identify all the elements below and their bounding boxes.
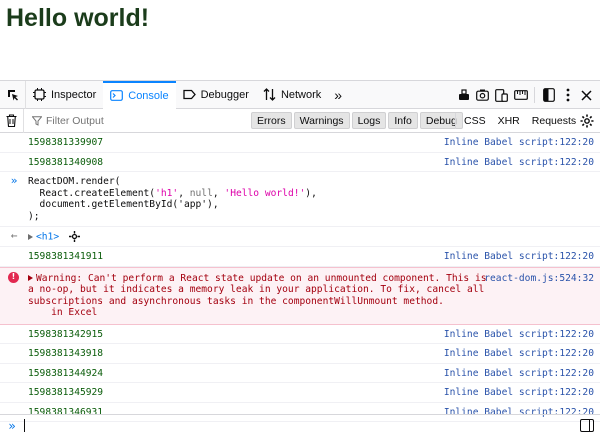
- filter-icon: [32, 115, 42, 126]
- more-tabs-button[interactable]: »: [328, 81, 348, 109]
- trash-icon: [6, 114, 17, 127]
- screenshot-icon[interactable]: [473, 81, 492, 109]
- result-node[interactable]: <h1>: [36, 232, 59, 243]
- prompt-chevron-icon: »: [8, 418, 16, 433]
- log-value: 1598381345929: [28, 387, 104, 398]
- error-text: Warning: Can't perform a React state upd…: [28, 272, 487, 307]
- source-link[interactable]: Inline Babel script:122:20: [444, 348, 594, 360]
- source-link[interactable]: Inline Babel script:122:20: [444, 387, 594, 399]
- gear-icon: [580, 114, 594, 128]
- code-line: ReactDOM.render(: [28, 176, 121, 187]
- log-value: 1598381340908: [28, 156, 104, 168]
- tab-network-label: Network: [280, 88, 322, 101]
- element-picker-icon: [7, 89, 18, 100]
- filter-output-input[interactable]: [46, 114, 236, 127]
- log-value: 1598381343918: [28, 348, 104, 359]
- toolbar-right-tools: [454, 81, 596, 109]
- debugger-icon: [182, 88, 196, 101]
- devtools-panel: Inspector Console Debugger Network » Fil…: [0, 80, 600, 435]
- log-message: 1598381340908 Inline Babel script:122:20: [0, 153, 600, 172]
- tab-debugger[interactable]: Debugger: [176, 81, 256, 109]
- ruler-icon[interactable]: [511, 81, 530, 109]
- filter-css-button[interactable]: CSS: [459, 112, 491, 129]
- filter-errors-button[interactable]: Errors: [251, 112, 292, 129]
- page-heading: Hello world!: [6, 4, 150, 32]
- log-message: 1598381341911 Inline Babel script:122:20: [0, 247, 600, 267]
- error-icon: !: [8, 271, 19, 283]
- log-value: 1598381342915: [28, 328, 104, 340]
- inspector-icon: [33, 88, 46, 101]
- input-chevron-icon: »: [10, 174, 18, 187]
- responsive-design-icon[interactable]: [492, 81, 511, 109]
- console-input[interactable]: »: [0, 414, 600, 435]
- log-message: 1598381342915 Inline Babel script:122:20: [0, 325, 600, 344]
- filter-box: [24, 114, 244, 127]
- console-icon: [110, 89, 124, 102]
- request-filters: CSS XHR Requests: [459, 112, 581, 129]
- filter-requests-button[interactable]: Requests: [527, 112, 581, 129]
- source-link[interactable]: react-dom.js:524:32: [484, 273, 594, 285]
- element-picker-button[interactable]: [0, 80, 26, 109]
- log-message: 1598381344924 Inline Babel script:122:20: [0, 364, 600, 383]
- console-filter-bar: Errors Warnings Logs Info Debug CSS XHR …: [0, 108, 600, 133]
- inspect-node-icon[interactable]: [68, 231, 80, 242]
- network-icon: [263, 88, 276, 101]
- filter-warnings-button[interactable]: Warnings: [293, 112, 350, 129]
- filter-xhr-button[interactable]: XHR: [493, 112, 525, 129]
- tab-inspector-label: Inspector: [51, 88, 97, 101]
- devtools-toolbar: Inspector Console Debugger Network »: [0, 80, 600, 109]
- source-link[interactable]: Inline Babel script:122:20: [444, 329, 594, 341]
- log-value: 1598381341911: [28, 251, 104, 262]
- log-value: 1598381344924: [28, 367, 104, 379]
- error-stack-trace: in Excel: [28, 307, 98, 318]
- dock-side-icon[interactable]: [539, 81, 558, 109]
- log-level-filters: Errors Warnings Logs Info Debug: [251, 112, 463, 129]
- source-link[interactable]: Inline Babel script:122:20: [444, 137, 594, 149]
- log-value: 1598381339907: [28, 137, 104, 148]
- code-line: );: [28, 210, 40, 222]
- filter-divider: [455, 113, 456, 129]
- more-options-icon[interactable]: [558, 81, 577, 109]
- source-link[interactable]: Inline Babel script:122:20: [444, 368, 594, 380]
- error-message: ! Warning: Can't perform a React state u…: [0, 266, 600, 325]
- run-icon[interactable]: [454, 81, 473, 109]
- close-icon[interactable]: [577, 81, 596, 109]
- filter-logs-button[interactable]: Logs: [351, 112, 387, 129]
- filter-debug-button[interactable]: Debug: [419, 112, 463, 129]
- result-message: ← <h1>: [0, 227, 600, 247]
- console-output: 1598381339907 Inline Babel script:122:20…: [0, 133, 600, 422]
- log-message: 1598381345929 Inline Babel script:122:20: [0, 383, 600, 403]
- source-link[interactable]: Inline Babel script:122:20: [444, 157, 594, 169]
- result-arrow-icon: ←: [10, 229, 18, 242]
- log-message: 1598381339907 Inline Babel script:122:20: [0, 133, 600, 153]
- source-link[interactable]: Inline Babel script:122:20: [444, 251, 594, 263]
- log-message: 1598381343918 Inline Babel script:122:20: [0, 344, 600, 364]
- command-input-message: » ReactDOM.render( React.createElement('…: [0, 172, 600, 227]
- expand-triangle-icon[interactable]: [28, 233, 33, 240]
- console-settings-button[interactable]: [578, 112, 596, 130]
- code-line: React.createElement('h1', null, 'Hello w…: [28, 187, 317, 199]
- editor-mode-icon[interactable]: [580, 419, 594, 432]
- toolbar-divider: [534, 87, 535, 103]
- tab-console-label: Console: [128, 89, 169, 102]
- tab-debugger-label: Debugger: [200, 88, 249, 101]
- filter-info-button[interactable]: Info: [388, 112, 418, 129]
- clear-console-button[interactable]: [0, 108, 24, 133]
- code-line: document.getElementById('app'),: [28, 199, 219, 210]
- expand-triangle-icon[interactable]: [28, 274, 33, 281]
- tab-inspector[interactable]: Inspector: [26, 81, 103, 109]
- text-caret: [24, 419, 25, 432]
- tab-console[interactable]: Console: [103, 80, 176, 109]
- tab-network[interactable]: Network: [256, 81, 328, 109]
